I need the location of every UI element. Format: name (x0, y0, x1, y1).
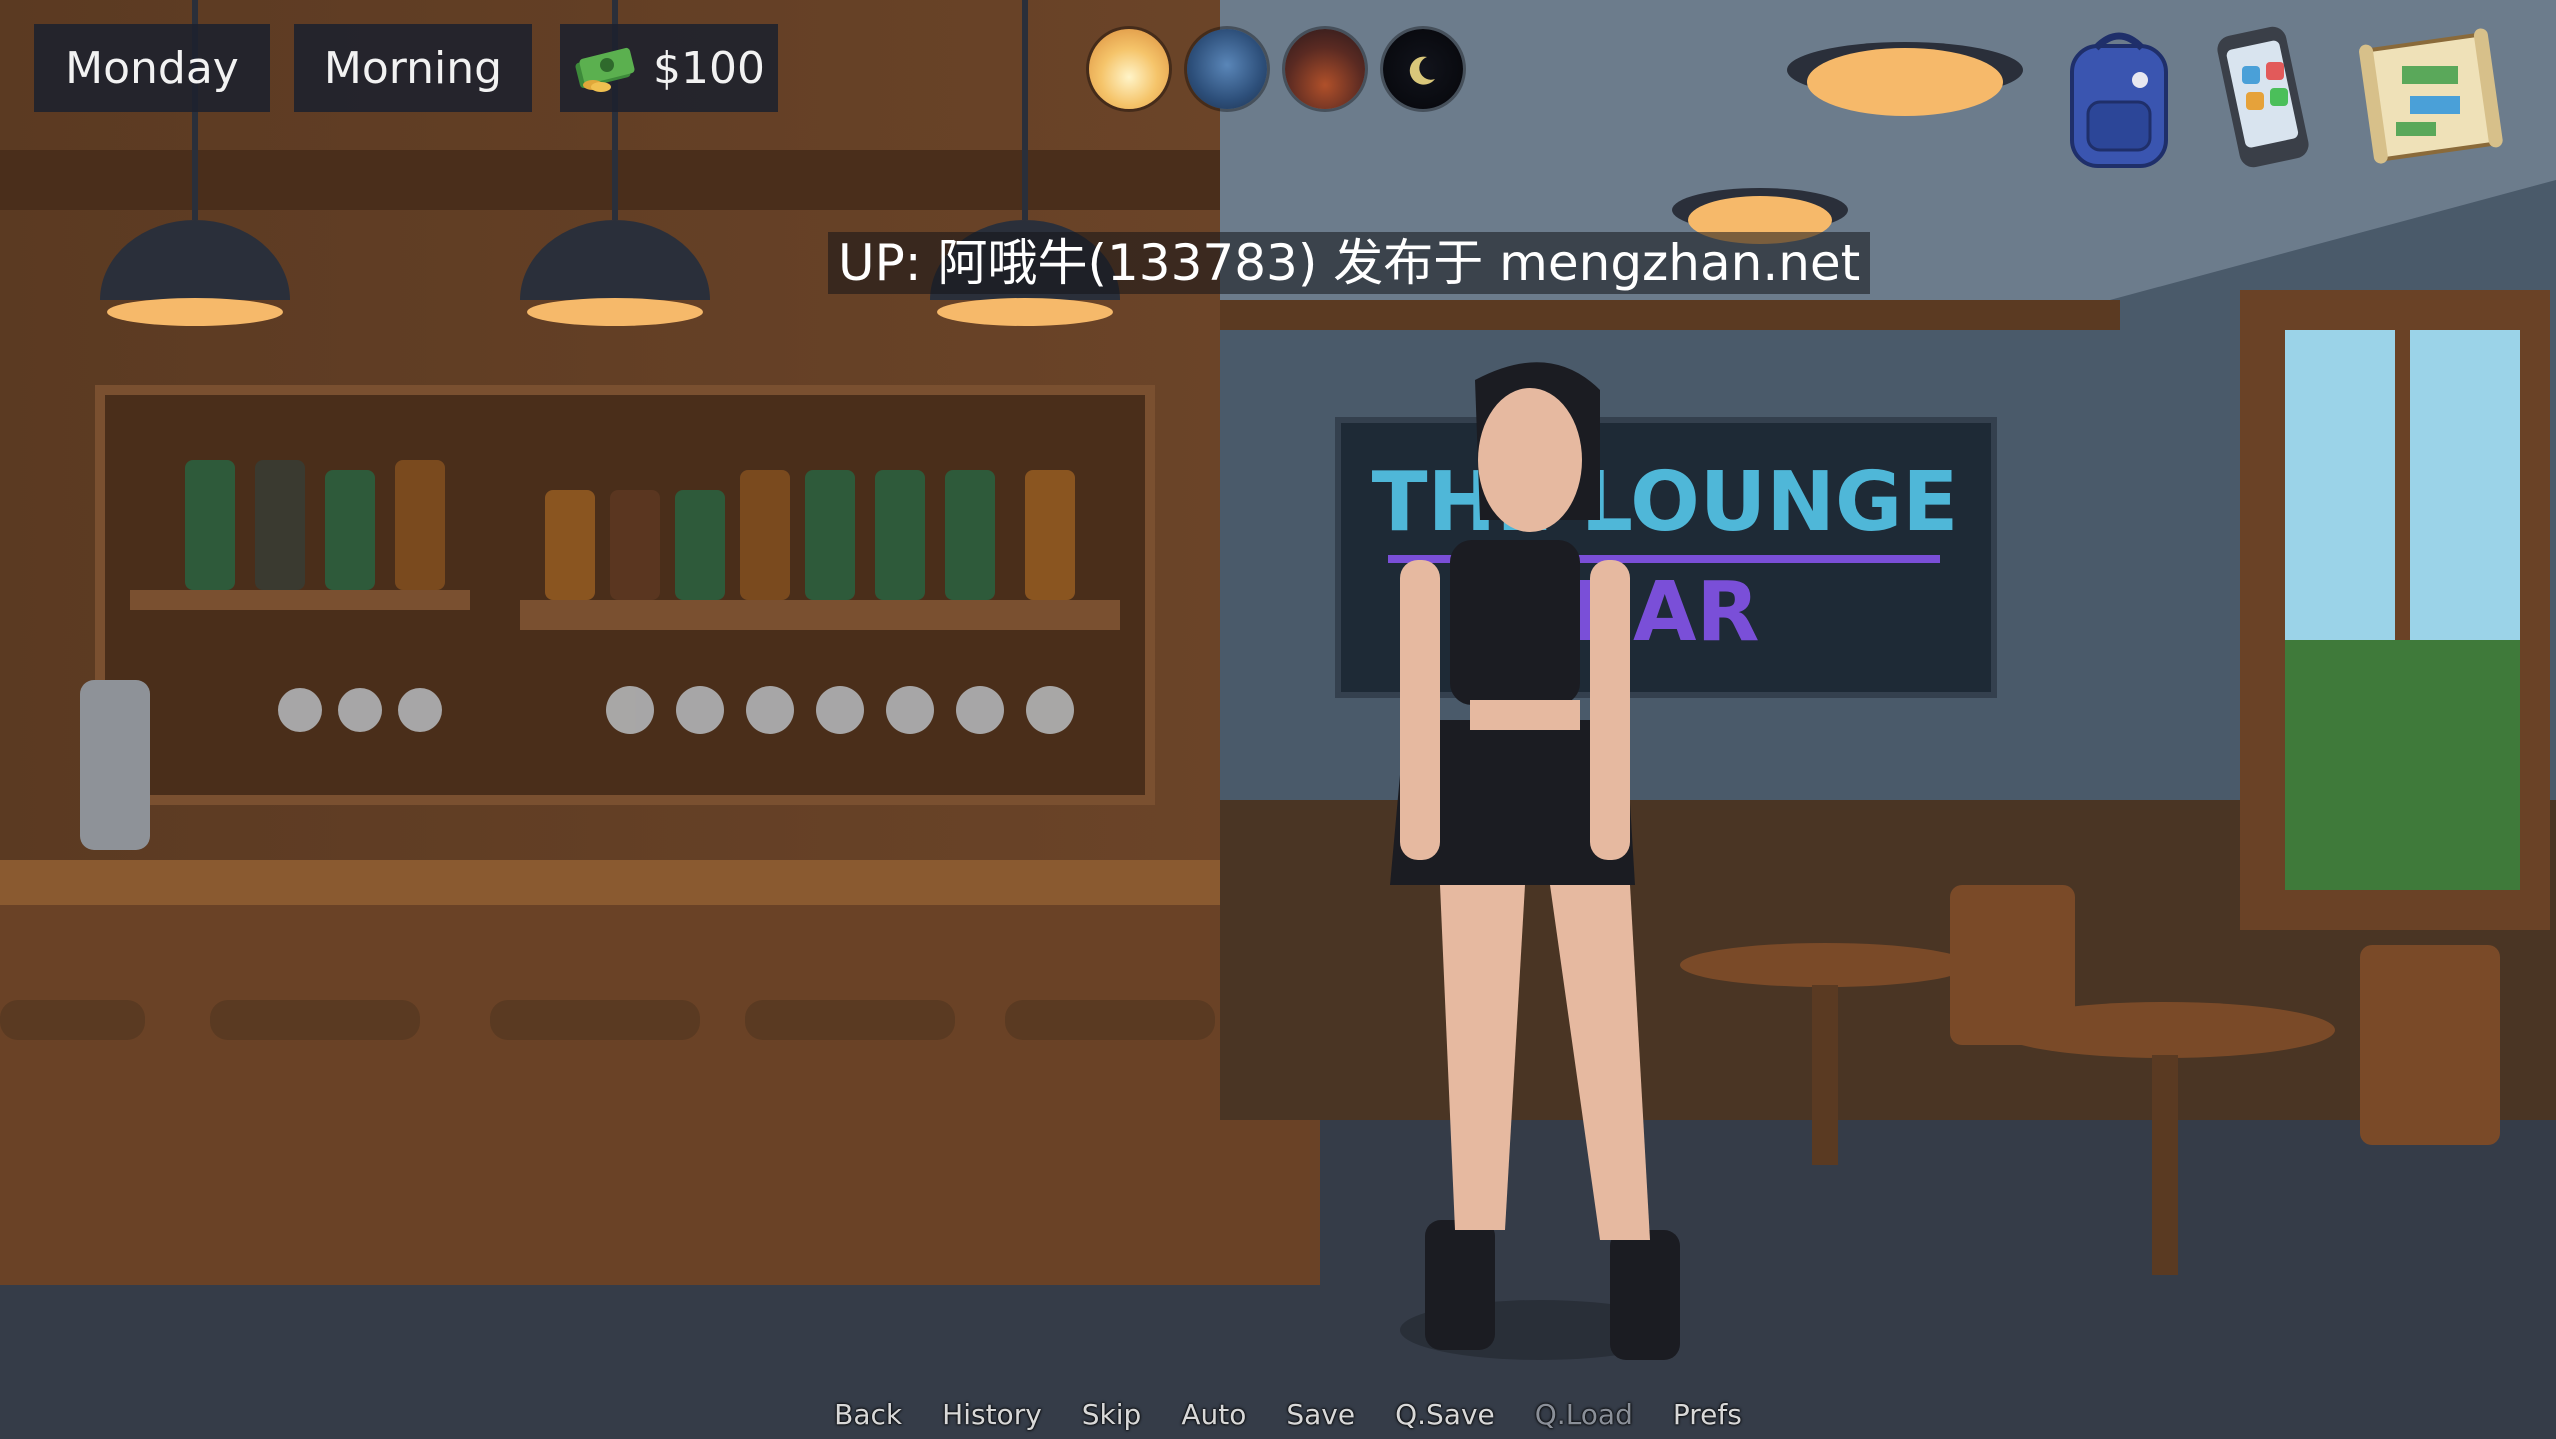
planet-day-icon[interactable] (1187, 29, 1267, 109)
quick-load-button[interactable]: Q.Load (1535, 1398, 1633, 1438)
crescent-shape (1409, 56, 1435, 85)
money-display: $100 (560, 24, 778, 112)
time-of-day-text: Morning (323, 42, 503, 94)
phone-icon[interactable] (2200, 22, 2330, 172)
sign-text-line1: THE LOUNGE (1372, 455, 1959, 550)
day-text: Monday (65, 42, 239, 94)
sunset-icon[interactable] (1285, 29, 1365, 109)
save-button[interactable]: Save (1286, 1398, 1355, 1438)
time-of-day-label: Morning (294, 24, 532, 112)
quick-menu: Back History Skip Auto Save Q.Save Q.Loa… (0, 1398, 2556, 1438)
back-button[interactable]: Back (834, 1398, 902, 1438)
backpack-icon[interactable] (2062, 22, 2176, 172)
preferences-button[interactable]: Prefs (1673, 1398, 1742, 1438)
cash-stack-icon (575, 47, 635, 92)
day-label: Monday (34, 24, 270, 112)
history-button[interactable]: History (942, 1398, 1042, 1438)
quick-save-button[interactable]: Q.Save (1395, 1398, 1495, 1438)
money-text: $100 (653, 42, 765, 94)
auto-button[interactable]: Auto (1181, 1398, 1246, 1438)
crescent-moon-icon[interactable] (1383, 29, 1463, 109)
bar-scene-background: THE LOUNGE BAR (0, 0, 2556, 1439)
skip-button[interactable]: Skip (1082, 1398, 1142, 1438)
sunrise-icon[interactable] (1089, 29, 1169, 109)
map-icon[interactable] (2356, 22, 2506, 172)
watermark-text: UP: 阿哦牛(133783) 发布于 mengzhan.net (828, 232, 1871, 294)
